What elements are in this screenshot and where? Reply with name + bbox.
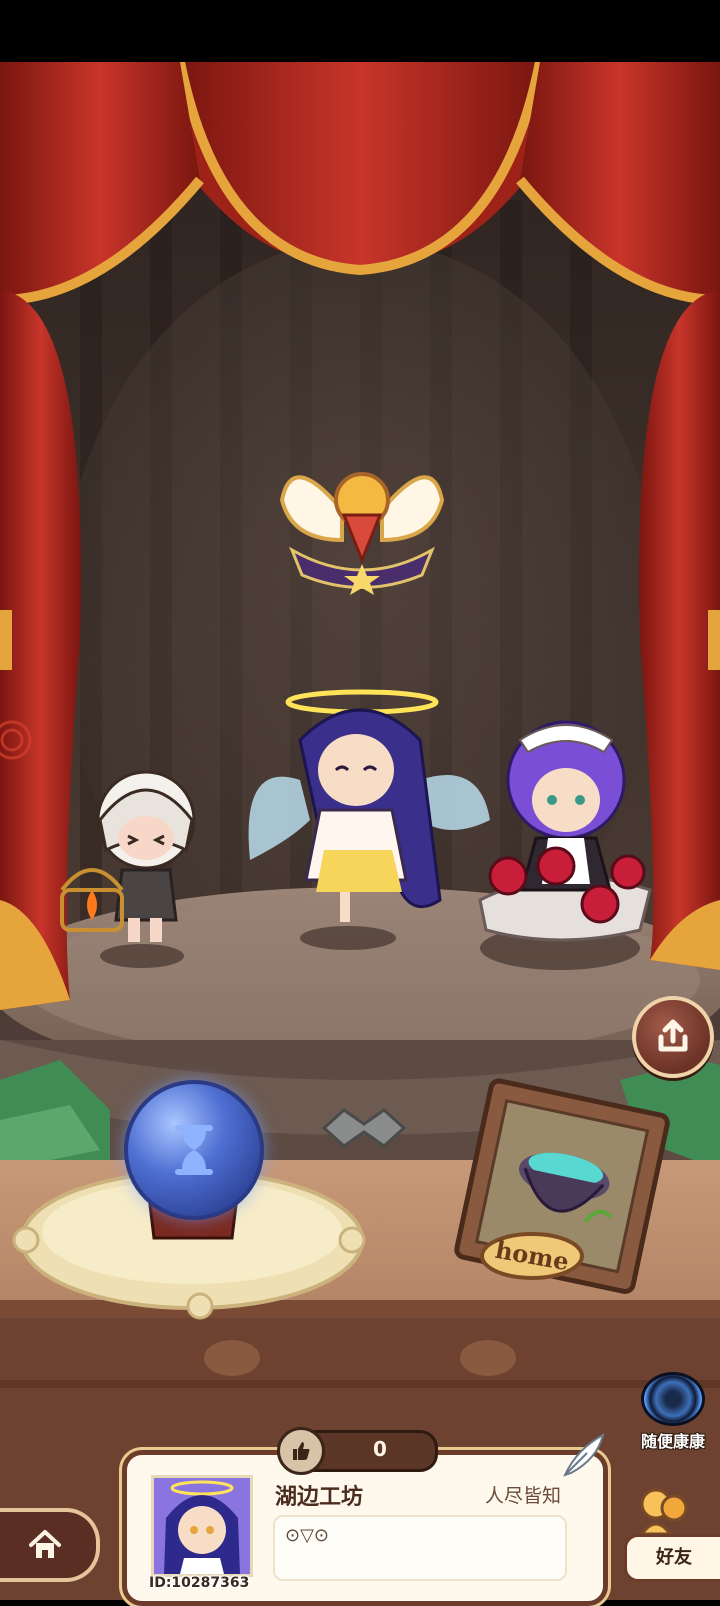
profile-card[interactable]: ID:10287363 湖边工坊 人尽皆知 ⊙▽⊙ [122, 1433, 608, 1606]
home-icon [29, 1530, 61, 1558]
status-bar [0, 0, 720, 62]
like-count: 0 [373, 1437, 387, 1461]
share-button[interactable] [632, 996, 714, 1078]
friends-icon [639, 1488, 688, 1536]
hourglass-icon [175, 1125, 213, 1175]
signature-text: ⊙▽⊙ [285, 1525, 330, 1546]
player-title: 人尽皆知 [484, 1485, 561, 1507]
friends-button[interactable]: 好友 [614, 1484, 720, 1584]
hourglass-orb-button[interactable] [124, 1080, 264, 1220]
avatar-portrait [154, 1478, 250, 1574]
quill-icon[interactable] [557, 1429, 611, 1483]
home-frame-picture: home [454, 1078, 670, 1294]
random-visit-label: 随便康康 [640, 1432, 705, 1451]
winged-trophy-emblem [279, 472, 445, 595]
like-counter[interactable]: 0 [277, 1427, 438, 1475]
portal-icon [641, 1372, 705, 1426]
friends-label: 好友 [624, 1534, 720, 1582]
game-scene [0, 0, 720, 1600]
thumbs-up-icon [277, 1427, 325, 1475]
avatar[interactable] [151, 1475, 253, 1577]
share-upload-icon [658, 1019, 688, 1052]
home-nav-button[interactable] [0, 1508, 100, 1582]
random-visit-button[interactable]: 随便康康 [628, 1372, 718, 1452]
stage-backdrop [0, 61, 720, 1600]
player-name: 湖边工坊 [275, 1485, 364, 1510]
home-frame-button[interactable]: home [440, 1076, 680, 1316]
player-id: ID:10287363 [149, 1575, 250, 1591]
signature-box[interactable]: ⊙▽⊙ [273, 1515, 567, 1581]
